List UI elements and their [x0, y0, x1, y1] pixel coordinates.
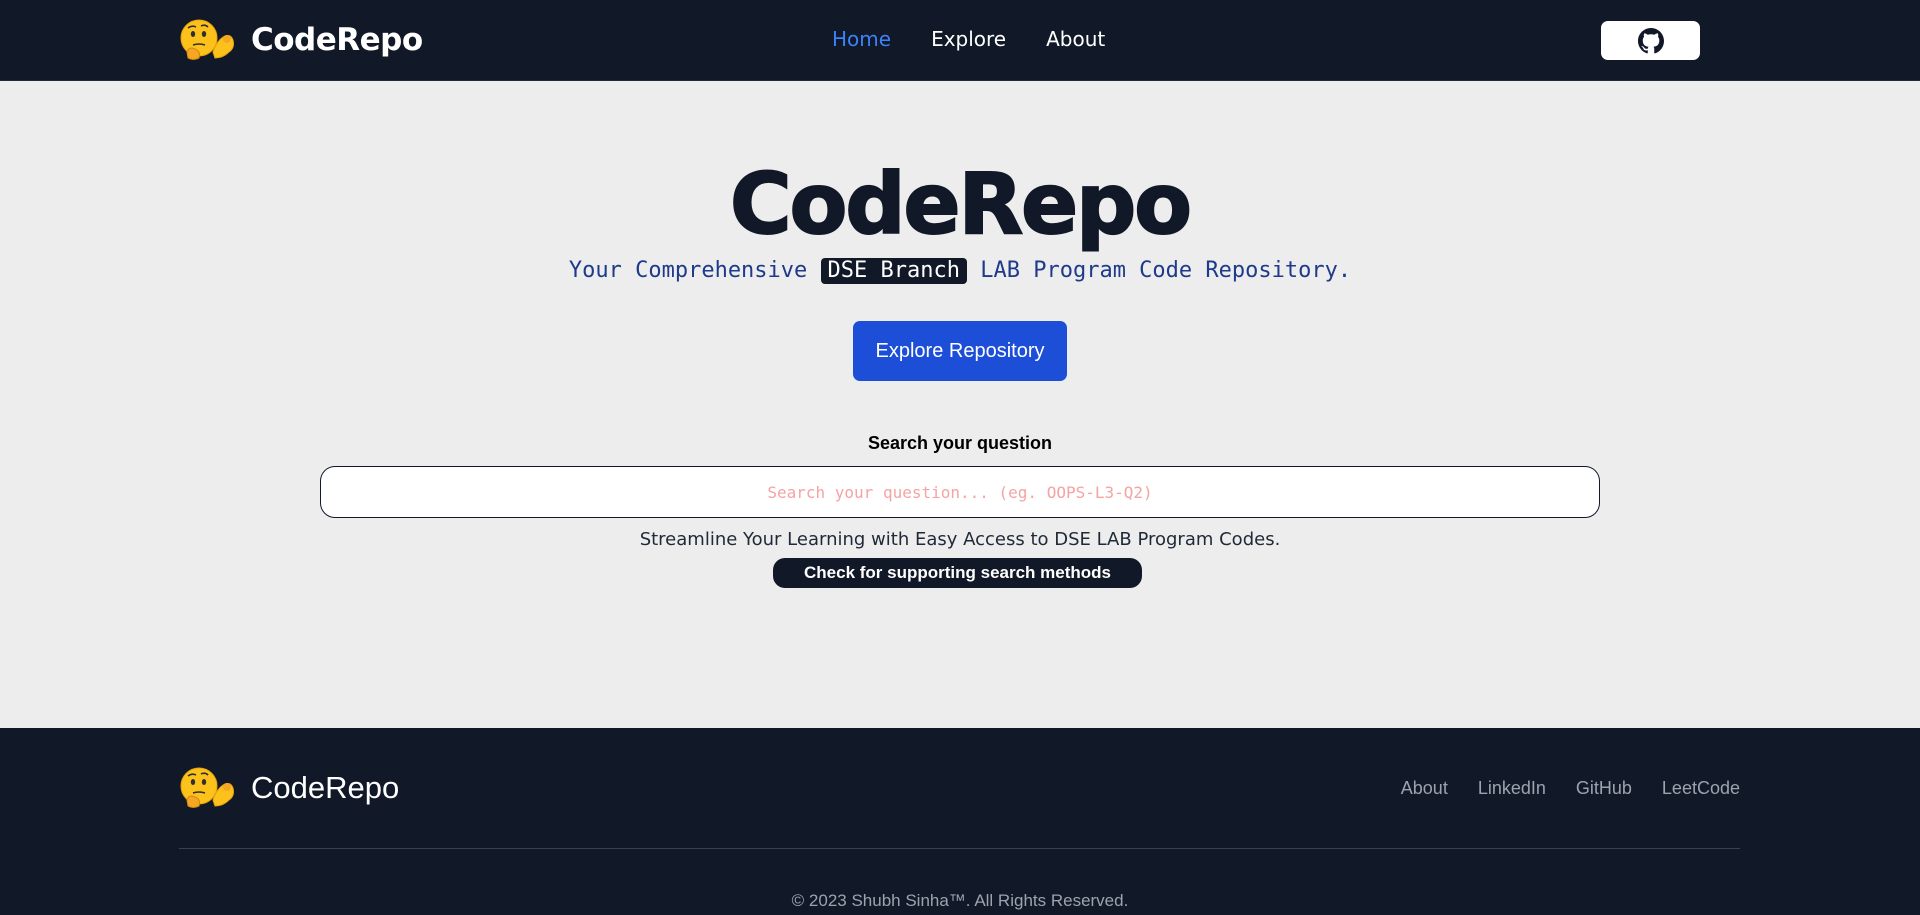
search-label: Search your question [867, 433, 1053, 453]
supporting-search-methods-button[interactable]: Check for supporting search methods [773, 558, 1142, 588]
github-icon [1637, 27, 1664, 53]
footer: CodeRepo About LinkedIn GitHub LeetCode … [0, 728, 1920, 915]
hero-title: CodeRepo [729, 155, 1193, 253]
subtitle-prefix: Your Comprehensive [568, 258, 821, 283]
thinking-flex-emoji-icon [180, 19, 234, 60]
nav-explore-link[interactable]: Explore [931, 27, 1006, 51]
footer-brand-name: CodeRepo [251, 770, 400, 805]
footer-link-leetcode[interactable]: LeetCode [1662, 778, 1740, 799]
navbar-brand-link[interactable]: CodeRepo [179, 18, 423, 62]
footer-divider [179, 848, 1740, 849]
explore-repository-button[interactable]: Explore Repository [853, 321, 1067, 381]
nav-home-link[interactable]: Home [832, 27, 891, 51]
footer-brand-logo [179, 766, 237, 810]
subtitle-suffix: LAB Program Code Repository. [967, 258, 1352, 283]
github-button[interactable] [1601, 21, 1700, 60]
branch-highlight: DSE Branch [820, 258, 967, 284]
search-tagline: Streamline Your Learning with Easy Acces… [639, 529, 1281, 550]
navbar: CodeRepo Home Explore About [0, 0, 1920, 81]
main-nav: Home Explore About [832, 27, 1105, 51]
brand-logo [179, 18, 237, 62]
search-input[interactable] [320, 466, 1600, 518]
hero-subtitle: Your Comprehensive DSE Branch LAB Progra… [0, 258, 1920, 284]
footer-brand-link[interactable]: CodeRepo [179, 766, 399, 810]
thinking-flex-emoji-icon [180, 767, 234, 808]
footer-nav: About LinkedIn GitHub LeetCode [1401, 778, 1740, 799]
brand-name: CodeRepo [251, 22, 423, 58]
footer-link-about[interactable]: About [1401, 778, 1448, 799]
footer-link-github[interactable]: GitHub [1576, 778, 1632, 799]
footer-link-linkedin[interactable]: LinkedIn [1478, 778, 1546, 799]
nav-about-link[interactable]: About [1046, 27, 1105, 51]
copyright-text: © 2023 Shubh Sinha™. All Rights Reserved… [791, 891, 1129, 910]
